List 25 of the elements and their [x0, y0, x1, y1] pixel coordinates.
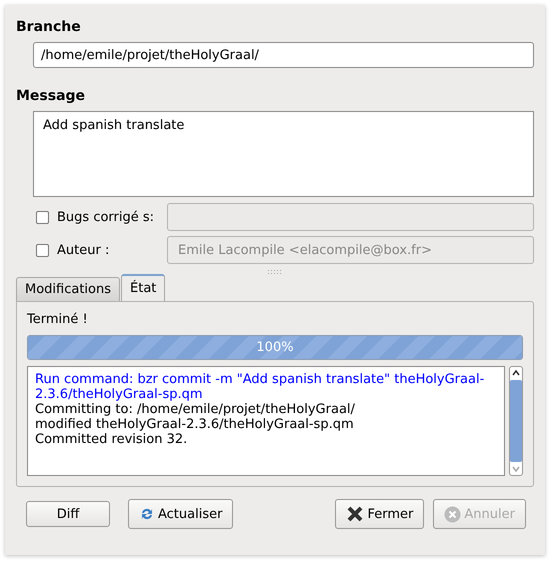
scrollbar[interactable]	[509, 366, 523, 476]
branch-field[interactable]: /home/emile/projet/theHolyGraal/	[33, 42, 534, 68]
dialog-button[interactable]: Fermer	[335, 499, 424, 529]
branch-label: Branche	[16, 19, 81, 35]
log-line: Committed revision 32.	[35, 432, 188, 447]
tab[interactable]: Modifications	[16, 277, 120, 301]
log-line: Run command: bzr commit -m "Add spanish translate" theHolyGraal-2.3.6/theHolyGraal-sp.qm	[35, 372, 486, 402]
dialog-button[interactable]: Diff	[26, 501, 110, 527]
cancel-icon	[444, 506, 462, 522]
option-label: Bugs corrigé s:	[57, 210, 156, 224]
bugs-field[interactable]	[167, 203, 534, 231]
refresh-icon	[139, 506, 155, 522]
message-field[interactable]: Add spanish translate	[33, 111, 534, 197]
checkbox[interactable]	[36, 244, 49, 256]
message-label: Message	[16, 88, 86, 104]
progress-reading: 100%	[255, 340, 295, 355]
scroll-thumb[interactable]	[510, 380, 522, 462]
status-text: Terminé !	[27, 312, 89, 327]
log-line: modified theHolyGraal-2.3.6/theHolyGraal-sp.qm	[35, 417, 355, 432]
checkbox[interactable]	[36, 210, 49, 224]
close-icon	[346, 505, 364, 523]
tab[interactable]: État	[121, 274, 166, 301]
dialog-button[interactable]: Actualiser	[128, 499, 234, 529]
log-line: Committing to: /home/emile/projet/theHolyGraal/	[35, 402, 356, 417]
option-label: Auteur :	[57, 242, 110, 258]
